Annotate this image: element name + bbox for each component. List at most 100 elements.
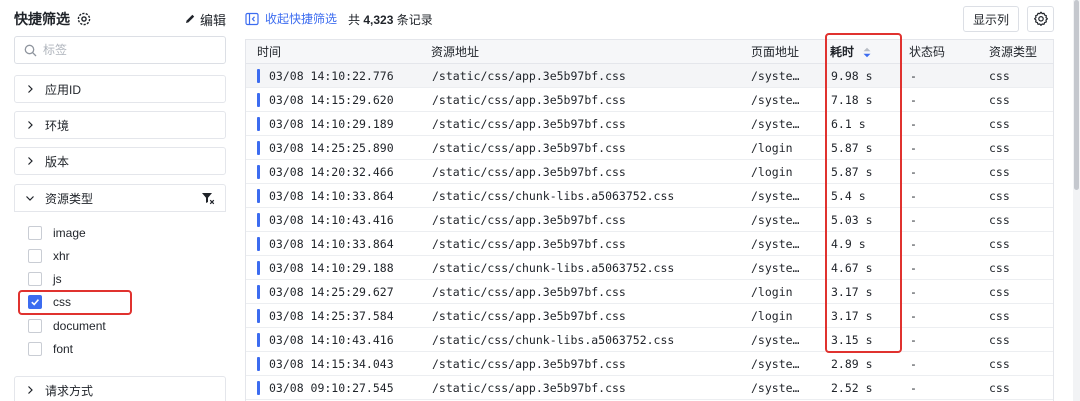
column-header-type[interactable]: 资源类型 <box>989 40 1037 64</box>
filter-group-version[interactable]: 版本 <box>14 147 226 175</box>
table-header: 时间 资源地址 页面地址 耗时 状态码 资源类型 <box>246 40 1053 64</box>
resource-option-image[interactable]: image <box>28 223 86 243</box>
resource-option-xhr[interactable]: xhr <box>28 246 70 266</box>
filter-group-resource-type[interactable]: 资源类型 <box>14 184 226 212</box>
table-row[interactable]: 03/08 14:10:43.416 /static/css/chunk-lib… <box>246 328 1053 352</box>
tag-search-input[interactable] <box>43 43 203 57</box>
cell-page: /syste… <box>751 357 800 371</box>
row-indicator <box>257 141 260 155</box>
cell-time: 03/08 09:10:27.545 <box>269 381 394 395</box>
table-row[interactable]: 03/08 14:15:34.043 /static/css/app.3e5b9… <box>246 352 1053 376</box>
row-indicator <box>257 333 260 347</box>
table-row[interactable]: 03/08 14:10:43.416 /static/css/app.3e5b9… <box>246 208 1053 232</box>
scrollbar-thumb[interactable] <box>1074 0 1079 190</box>
page-scrollbar[interactable] <box>1073 0 1080 401</box>
cell-type: css <box>989 237 1010 251</box>
filter-group-label: 应用ID <box>45 82 82 97</box>
cell-status: - <box>910 117 917 131</box>
cell-resource: /static/css/app.3e5b97bf.css <box>432 165 626 179</box>
option-label: document <box>53 319 106 333</box>
cell-type: css <box>989 261 1010 275</box>
cell-status: - <box>910 93 917 107</box>
chevron-down-icon <box>25 193 35 203</box>
cell-type: css <box>989 93 1010 107</box>
tag-search-box[interactable] <box>14 36 226 64</box>
table-row[interactable]: 03/08 14:25:37.584 /static/css/app.3e5b9… <box>246 304 1053 328</box>
pencil-icon <box>185 14 195 23</box>
row-indicator <box>257 285 260 299</box>
cell-type: css <box>989 117 1010 131</box>
cell-type: css <box>989 285 1010 299</box>
cell-status: - <box>910 69 917 83</box>
table-settings-button[interactable] <box>1027 6 1054 32</box>
cell-resource: /static/css/chunk-libs.a5063752.css <box>432 333 675 347</box>
cell-status: - <box>910 261 917 275</box>
filter-group-environment[interactable]: 环境 <box>14 111 226 139</box>
table-row[interactable]: 03/08 09:10:27.545 /static/css/app.3e5b9… <box>246 376 1053 400</box>
cell-time: 03/08 14:15:34.043 <box>269 357 394 371</box>
cell-time: 03/08 14:10:33.864 <box>269 189 394 203</box>
sidebar-title: 快捷筛选 <box>14 11 70 27</box>
table-row[interactable]: 03/08 14:10:29.189 /static/css/app.3e5b9… <box>246 112 1053 136</box>
cell-resource: /static/css/app.3e5b97bf.css <box>432 381 626 395</box>
cell-duration: 2.89 s <box>831 357 873 371</box>
display-columns-button[interactable]: 显示列 <box>963 6 1019 32</box>
cell-time: 03/08 14:10:29.188 <box>269 261 394 275</box>
row-indicator <box>257 381 260 395</box>
cell-time: 03/08 14:10:29.189 <box>269 117 394 131</box>
filter-group-app-id[interactable]: 应用ID <box>14 75 226 103</box>
row-indicator <box>257 309 260 323</box>
row-indicator <box>257 237 260 251</box>
count-value: 4,323 <box>363 13 394 27</box>
table-toolbar: 收起快捷筛选 共 4,323 条记录 显示列 <box>244 6 1080 32</box>
filter-group-label: 请求方式 <box>45 383 94 398</box>
cell-type: css <box>989 69 1010 83</box>
cell-time: 03/08 14:25:37.584 <box>269 309 394 323</box>
cell-type: css <box>989 189 1010 203</box>
cell-time: 03/08 14:25:25.890 <box>269 141 394 155</box>
row-indicator <box>257 213 260 227</box>
option-label: image <box>53 226 86 240</box>
checkbox[interactable] <box>28 272 42 286</box>
table-row[interactable]: 03/08 14:10:22.776 /static/css/app.3e5b9… <box>246 64 1053 88</box>
column-header-page[interactable]: 页面地址 <box>751 40 799 64</box>
table-row[interactable]: 03/08 14:15:29.620 /static/css/app.3e5b9… <box>246 88 1053 112</box>
checkbox[interactable] <box>28 342 42 356</box>
count-prefix: 共 <box>348 13 361 27</box>
cell-resource: /static/css/app.3e5b97bf.css <box>432 285 626 299</box>
gear-icon[interactable] <box>76 11 92 27</box>
table-row[interactable]: 03/08 14:25:29.627 /static/css/app.3e5b9… <box>246 280 1053 304</box>
table-row[interactable]: 03/08 14:10:33.864 /static/css/app.3e5b9… <box>246 232 1053 256</box>
chevron-right-icon <box>25 120 35 130</box>
cell-resource: /static/css/app.3e5b97bf.css <box>432 93 626 107</box>
cell-resource: /static/css/chunk-libs.a5063752.css <box>432 261 675 275</box>
clear-filter-icon[interactable] <box>201 191 215 205</box>
table-row[interactable]: 03/08 14:10:29.188 /static/css/chunk-lib… <box>246 256 1053 280</box>
table-row[interactable]: 03/08 14:20:32.466 /static/css/app.3e5b9… <box>246 160 1053 184</box>
cell-type: css <box>989 165 1010 179</box>
quick-filter-sidebar: 快捷筛选 编辑 应用ID 环境 版本 资源类型 image x <box>0 0 236 401</box>
cell-page: /login <box>751 309 793 323</box>
checkbox[interactable] <box>28 249 42 263</box>
column-header-resource[interactable]: 资源地址 <box>431 40 479 64</box>
resource-option-font[interactable]: font <box>28 339 73 359</box>
checkbox[interactable] <box>28 226 42 240</box>
column-header-time[interactable]: 时间 <box>257 40 281 64</box>
cell-type: css <box>989 381 1010 395</box>
table-row[interactable]: 03/08 14:25:25.890 /static/css/app.3e5b9… <box>246 136 1053 160</box>
table-row[interactable]: 03/08 14:10:33.864 /static/css/chunk-lib… <box>246 184 1053 208</box>
filter-group-label: 环境 <box>45 118 70 133</box>
checkbox[interactable] <box>28 319 42 333</box>
cell-page: /login <box>751 285 793 299</box>
column-header-status[interactable]: 状态码 <box>909 40 945 64</box>
cell-type: css <box>989 357 1010 371</box>
cell-time: 03/08 14:20:32.466 <box>269 165 394 179</box>
edit-button[interactable]: 编辑 <box>184 10 226 29</box>
filter-group-label: 资源类型 <box>45 191 94 206</box>
filter-group-request-method[interactable]: 请求方式 <box>14 376 226 401</box>
collapse-label: 收起快捷筛选 <box>265 12 338 26</box>
resource-option-document[interactable]: document <box>28 316 106 336</box>
search-icon <box>24 44 37 56</box>
resource-option-js[interactable]: js <box>28 269 62 289</box>
collapse-quick-filter-button[interactable]: 收起快捷筛选 <box>245 10 337 27</box>
